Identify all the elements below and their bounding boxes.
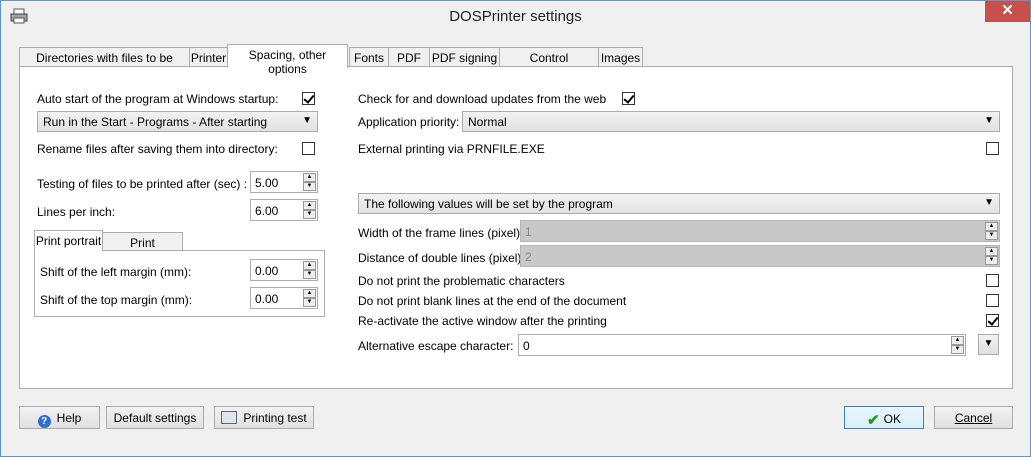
- tab-control-sequences[interactable]: Control sequences: [499, 47, 599, 79]
- rename-label: Rename files after saving them into dire…: [37, 142, 278, 156]
- default-settings-label: Default settings: [113, 411, 197, 425]
- spin-up-button[interactable]: ▲: [303, 173, 316, 182]
- printing-test-button[interactable]: Printing test: [214, 406, 314, 429]
- ok-label: OK: [883, 412, 901, 426]
- check-icon: ✔: [867, 412, 880, 429]
- tab-images[interactable]: Images: [598, 47, 643, 67]
- help-icon: ?: [37, 415, 51, 428]
- chevron-down-icon: ▼: [983, 338, 994, 349]
- tab-pdf-signing[interactable]: PDF signing: [429, 47, 500, 67]
- left-margin-value: 0.00: [255, 264, 279, 278]
- title-bar: DOSPrinter settings ✕: [1, 1, 1030, 32]
- escape-label: Alternative escape character:: [358, 339, 514, 353]
- lpi-label: Lines per inch:: [37, 205, 116, 219]
- default-settings-button[interactable]: Default settings: [106, 406, 204, 429]
- escape-char-stepper[interactable]: 0 ▲ ▼: [518, 334, 966, 356]
- help-label: Help: [56, 411, 82, 425]
- priority-value: Normal: [468, 115, 507, 129]
- spin-down-button[interactable]: ▼: [303, 270, 316, 279]
- help-button[interactable]: ? Help: [19, 406, 100, 429]
- window-title: DOSPrinter settings: [449, 8, 582, 25]
- blank-lines-label: Do not print blank lines at the end of t…: [358, 294, 627, 308]
- printing-test-label: Printing test: [243, 411, 307, 425]
- values-mode-select[interactable]: The following values will be set by the …: [358, 193, 1000, 214]
- ok-button[interactable]: ✔ OK: [844, 406, 924, 429]
- chevron-down-icon: ▼: [984, 115, 994, 126]
- values-mode-value: The following values will be set by the …: [364, 197, 613, 211]
- spin-up-button[interactable]: ▲: [985, 247, 998, 256]
- problematic-label: Do not print the problematic characters: [358, 274, 565, 288]
- testing-value: 5.00: [255, 176, 279, 190]
- spacing-options-panel: Auto start of the program at Windows sta…: [19, 66, 1013, 389]
- double-lines-value: 2: [525, 250, 532, 264]
- autostart-label: Auto start of the program at Windows sta…: [37, 92, 279, 106]
- external-checkbox[interactable]: [986, 142, 999, 155]
- print-portrait-panel: Shift of the left margin (mm): 0.00 ▲ ▼ …: [34, 250, 325, 317]
- tab-print-landscape[interactable]: Print landscape: [102, 232, 183, 264]
- escape-char-value: 0: [523, 339, 530, 353]
- spin-down-button[interactable]: ▼: [985, 256, 998, 265]
- spin-down-button[interactable]: ▼: [951, 345, 964, 354]
- spin-up-button[interactable]: ▲: [951, 336, 964, 345]
- reactivate-label: Re-activate the active window after the …: [358, 314, 607, 328]
- spin-up-button[interactable]: ▲: [303, 201, 316, 210]
- frame-label: Width of the frame lines (pixel):: [358, 226, 524, 240]
- spin-down-button[interactable]: ▼: [303, 298, 316, 307]
- chevron-down-icon: ▼: [984, 197, 994, 208]
- left-margin-stepper[interactable]: 0.00 ▲ ▼: [250, 259, 318, 281]
- tab-printer[interactable]: Printer: [189, 47, 228, 67]
- printer-icon: [221, 411, 238, 424]
- spin-up-button[interactable]: ▲: [985, 222, 998, 231]
- top-margin-label: Shift of the top margin (mm):: [40, 293, 193, 307]
- tab-fonts[interactable]: Fonts: [349, 47, 389, 67]
- spin-down-button[interactable]: ▼: [303, 182, 316, 191]
- rename-checkbox[interactable]: [302, 142, 315, 155]
- spin-up-button[interactable]: ▲: [303, 289, 316, 298]
- escape-char-dropdown[interactable]: ▼: [978, 334, 999, 355]
- priority-label: Application priority:: [358, 115, 460, 129]
- top-margin-value: 0.00: [255, 292, 279, 306]
- priority-select[interactable]: Normal ▼: [462, 111, 1000, 132]
- left-margin-label: Shift of the left margin (mm):: [40, 265, 192, 279]
- frame-width-stepper[interactable]: 1 ▲ ▼: [520, 220, 1000, 242]
- autostart-checkbox[interactable]: [302, 92, 315, 105]
- run-mode-select[interactable]: Run in the Start - Programs - After star…: [37, 111, 318, 132]
- testing-label: Testing of files to be printed after (se…: [37, 177, 248, 191]
- tab-spacing[interactable]: Spacing, other options: [227, 44, 348, 76]
- lpi-value: 6.00: [255, 204, 279, 218]
- settings-window: DOSPrinter settings ✕ Directories with f…: [0, 0, 1031, 457]
- close-button[interactable]: ✕: [985, 1, 1030, 22]
- cancel-button[interactable]: Cancel: [934, 406, 1013, 429]
- blank-lines-checkbox[interactable]: [986, 294, 999, 307]
- close-icon: ✕: [1001, 2, 1014, 19]
- spin-down-button[interactable]: ▼: [985, 231, 998, 240]
- frame-width-value: 1: [525, 225, 532, 239]
- problematic-checkbox[interactable]: [986, 274, 999, 287]
- updates-label: Check for and download updates from the …: [358, 92, 607, 106]
- lpi-stepper[interactable]: 6.00 ▲ ▼: [250, 199, 318, 221]
- spin-down-button[interactable]: ▼: [303, 210, 316, 219]
- chevron-down-icon: ▼: [302, 115, 312, 126]
- testing-stepper[interactable]: 5.00 ▲ ▼: [250, 171, 318, 193]
- external-label: External printing via PRNFILE.EXE: [358, 142, 545, 156]
- run-mode-value: Run in the Start - Programs - After star…: [43, 115, 268, 129]
- updates-checkbox[interactable]: [622, 92, 635, 105]
- double-lines-stepper[interactable]: 2 ▲ ▼: [520, 245, 1000, 267]
- top-margin-stepper[interactable]: 0.00 ▲ ▼: [250, 287, 318, 309]
- tab-pdf[interactable]: PDF: [388, 47, 430, 67]
- tab-print-portrait[interactable]: Print portrait: [34, 230, 103, 251]
- spin-up-button[interactable]: ▲: [303, 261, 316, 270]
- double-label: Distance of double lines (pixel):: [358, 251, 525, 265]
- reactivate-checkbox[interactable]: [986, 314, 999, 327]
- cancel-label: Cancel: [954, 411, 993, 425]
- tab-directories[interactable]: Directories with files to be printed: [19, 47, 190, 79]
